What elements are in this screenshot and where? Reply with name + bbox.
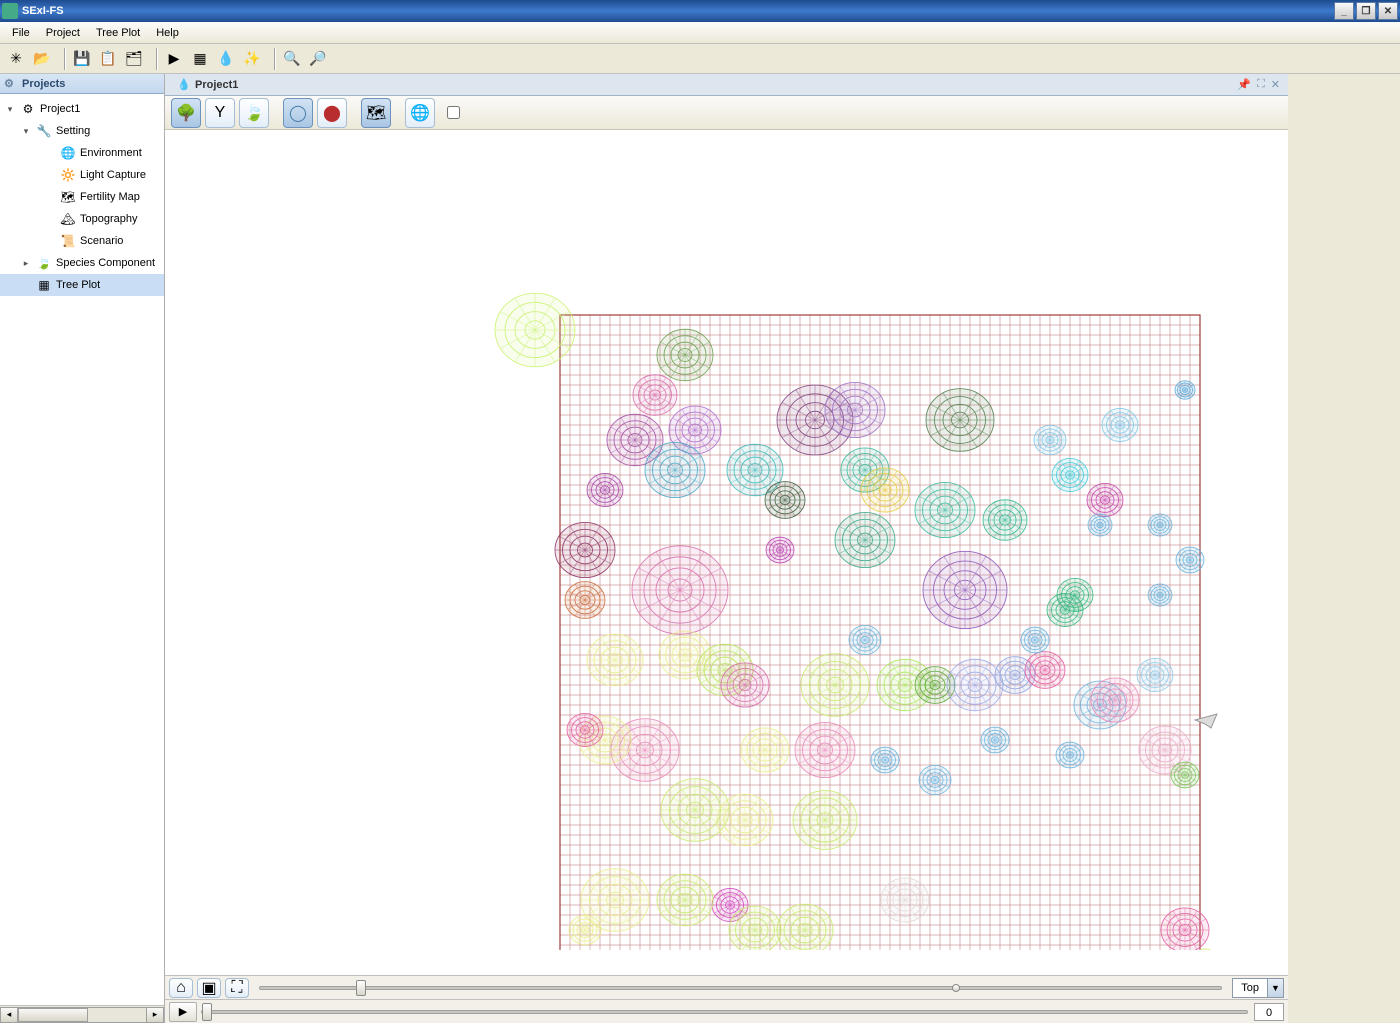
tree-label: Species Component xyxy=(56,257,155,269)
project-toolbar: 🌳 Y 🍃 ◯ ⬤ 🗺 🌐 xyxy=(165,96,1288,130)
view-leaf-button[interactable]: 🍃 xyxy=(239,98,269,128)
toggle-checkbox[interactable] xyxy=(447,106,460,119)
expand-icon[interactable]: ▸ xyxy=(20,257,32,269)
scroll-right-button[interactable]: ▸ xyxy=(146,1007,164,1023)
app-icon xyxy=(2,3,18,19)
record-button[interactable]: ⬤ xyxy=(317,98,347,128)
sun-icon: 🔆 xyxy=(60,167,76,183)
new-project-button[interactable]: ✳ xyxy=(4,47,28,71)
tree-topography[interactable]: 🏔 Topography xyxy=(0,208,164,230)
document-tabbar: 💧 Project1 📌 ⛶ ✕ xyxy=(165,74,1288,96)
collapse-icon[interactable]: ▾ xyxy=(20,125,32,137)
drop-icon: 💧 xyxy=(177,78,191,92)
tree-tree-plot[interactable]: ▦ Tree Plot xyxy=(0,274,164,296)
slider-marker xyxy=(952,984,960,992)
projects-sidebar: ⚙ Projects ▾ ⚙ Project1 ▾ 🔧 Setting 🌐 En… xyxy=(0,74,165,1023)
run-button[interactable]: ▶ xyxy=(162,47,186,71)
tree-species[interactable]: ▸ 🍃 Species Component xyxy=(0,252,164,274)
open-button[interactable]: 📂 xyxy=(30,47,54,71)
script-icon: 📜 xyxy=(60,233,76,249)
water-button[interactable]: 💧 xyxy=(214,47,238,71)
tree-project-root[interactable]: ▾ ⚙ Project1 xyxy=(0,98,164,120)
effects-button[interactable]: ✨ xyxy=(240,47,264,71)
plot-canvas[interactable] xyxy=(165,130,1288,975)
grid-button[interactable]: ▦ xyxy=(188,47,212,71)
menu-project[interactable]: Project xyxy=(38,25,88,41)
main-toolbar: ✳ 📂 💾 📋 🗂 ▶ ▦ 💧 ✨ 🔍 🔎 xyxy=(0,44,1400,74)
close-tab-icon[interactable]: ✕ xyxy=(1271,78,1280,91)
extent-button[interactable]: ⛶ xyxy=(225,978,249,998)
project-tree: ▾ ⚙ Project1 ▾ 🔧 Setting 🌐 Environment 🔆… xyxy=(0,94,164,1005)
document-tab-title: Project1 xyxy=(195,79,238,91)
tree-environment[interactable]: 🌐 Environment xyxy=(0,142,164,164)
leaf-icon: 🍃 xyxy=(36,255,52,271)
shape-circle-button[interactable]: ◯ xyxy=(283,98,313,128)
sidebar-title: Projects xyxy=(22,78,65,90)
frame-counter: 0 xyxy=(1254,1003,1284,1021)
view-dropdown[interactable]: Top ▼ xyxy=(1232,978,1284,998)
app-title: SExI-FS xyxy=(22,5,64,17)
sidebar-header: ⚙ Projects xyxy=(0,74,164,94)
maximize-icon[interactable]: ⛶ xyxy=(1257,78,1265,91)
terrain-icon: 🏔 xyxy=(60,211,76,227)
pin-icon[interactable]: 📌 xyxy=(1237,78,1251,91)
chevron-down-icon: ▼ xyxy=(1267,979,1283,997)
collapse-icon[interactable]: ▾ xyxy=(4,103,16,115)
gear-icon: ⚙ xyxy=(4,77,18,91)
zoom-slider[interactable] xyxy=(259,986,1222,990)
timeline-slider[interactable] xyxy=(201,1010,1248,1014)
grid-icon: ▦ xyxy=(36,277,52,293)
tree-label: Environment xyxy=(80,147,142,159)
tree-label: Project1 xyxy=(40,103,80,115)
tree-label: Setting xyxy=(56,125,90,137)
map-icon: 🗺 xyxy=(60,189,76,205)
view-dropdown-label: Top xyxy=(1233,982,1267,994)
minimize-button[interactable]: _ xyxy=(1334,2,1354,20)
tree-scenario[interactable]: 📜 Scenario xyxy=(0,230,164,252)
tree-setting[interactable]: ▾ 🔧 Setting xyxy=(0,120,164,142)
zoom-out-button[interactable]: 🔎 xyxy=(306,47,330,71)
menu-tree-plot[interactable]: Tree Plot xyxy=(88,25,148,41)
globe-icon: 🌐 xyxy=(60,145,76,161)
document-tab[interactable]: 💧 Project1 xyxy=(169,76,246,94)
map-mode-button[interactable]: 🗺 xyxy=(361,98,391,128)
globe-button[interactable]: 🌐 xyxy=(405,98,435,128)
save-button[interactable]: 💾 xyxy=(70,47,94,71)
tree-light-capture[interactable]: 🔆 Light Capture xyxy=(0,164,164,186)
tree-label: Tree Plot xyxy=(56,279,100,291)
tree-label: Light Capture xyxy=(80,169,146,181)
view-trunk-button[interactable]: Y xyxy=(205,98,235,128)
tree-fertility-map[interactable]: 🗺 Fertility Map xyxy=(0,186,164,208)
maximize-button[interactable]: ❐ xyxy=(1356,2,1376,20)
tree-label: Scenario xyxy=(80,235,123,247)
wrench-icon: 🔧 xyxy=(36,123,52,139)
sidebar-scrollbar[interactable]: ◂ ▸ xyxy=(0,1005,164,1023)
view-controls-bar: ⌂ ▣ ⛶ Top ▼ xyxy=(165,975,1288,999)
scroll-left-button[interactable]: ◂ xyxy=(0,1007,18,1023)
close-button[interactable]: ✕ xyxy=(1378,2,1398,20)
gears-icon: ⚙ xyxy=(20,101,36,117)
home-view-button[interactable]: ⌂ xyxy=(169,978,193,998)
view-canopy-button[interactable]: 🌳 xyxy=(171,98,201,128)
export-button[interactable]: 🗂 xyxy=(122,47,146,71)
play-timeline-button[interactable]: ▶ xyxy=(169,1002,197,1022)
timeline-bar: ▶ 0 xyxy=(165,999,1288,1023)
zoom-in-button[interactable]: 🔍 xyxy=(280,47,304,71)
tree-label: Fertility Map xyxy=(80,191,140,203)
fit-view-button[interactable]: ▣ xyxy=(197,978,221,998)
save-as-button[interactable]: 📋 xyxy=(96,47,120,71)
menu-help[interactable]: Help xyxy=(148,25,187,41)
title-bar: SExI-FS _ ❐ ✕ xyxy=(0,0,1400,22)
tree-label: Topography xyxy=(80,213,138,225)
menu-file[interactable]: File xyxy=(4,25,38,41)
document-area: 💧 Project1 📌 ⛶ ✕ 🌳 Y 🍃 ◯ ⬤ 🗺 🌐 xyxy=(165,74,1288,1023)
menu-bar: File Project Tree Plot Help xyxy=(0,22,1400,44)
